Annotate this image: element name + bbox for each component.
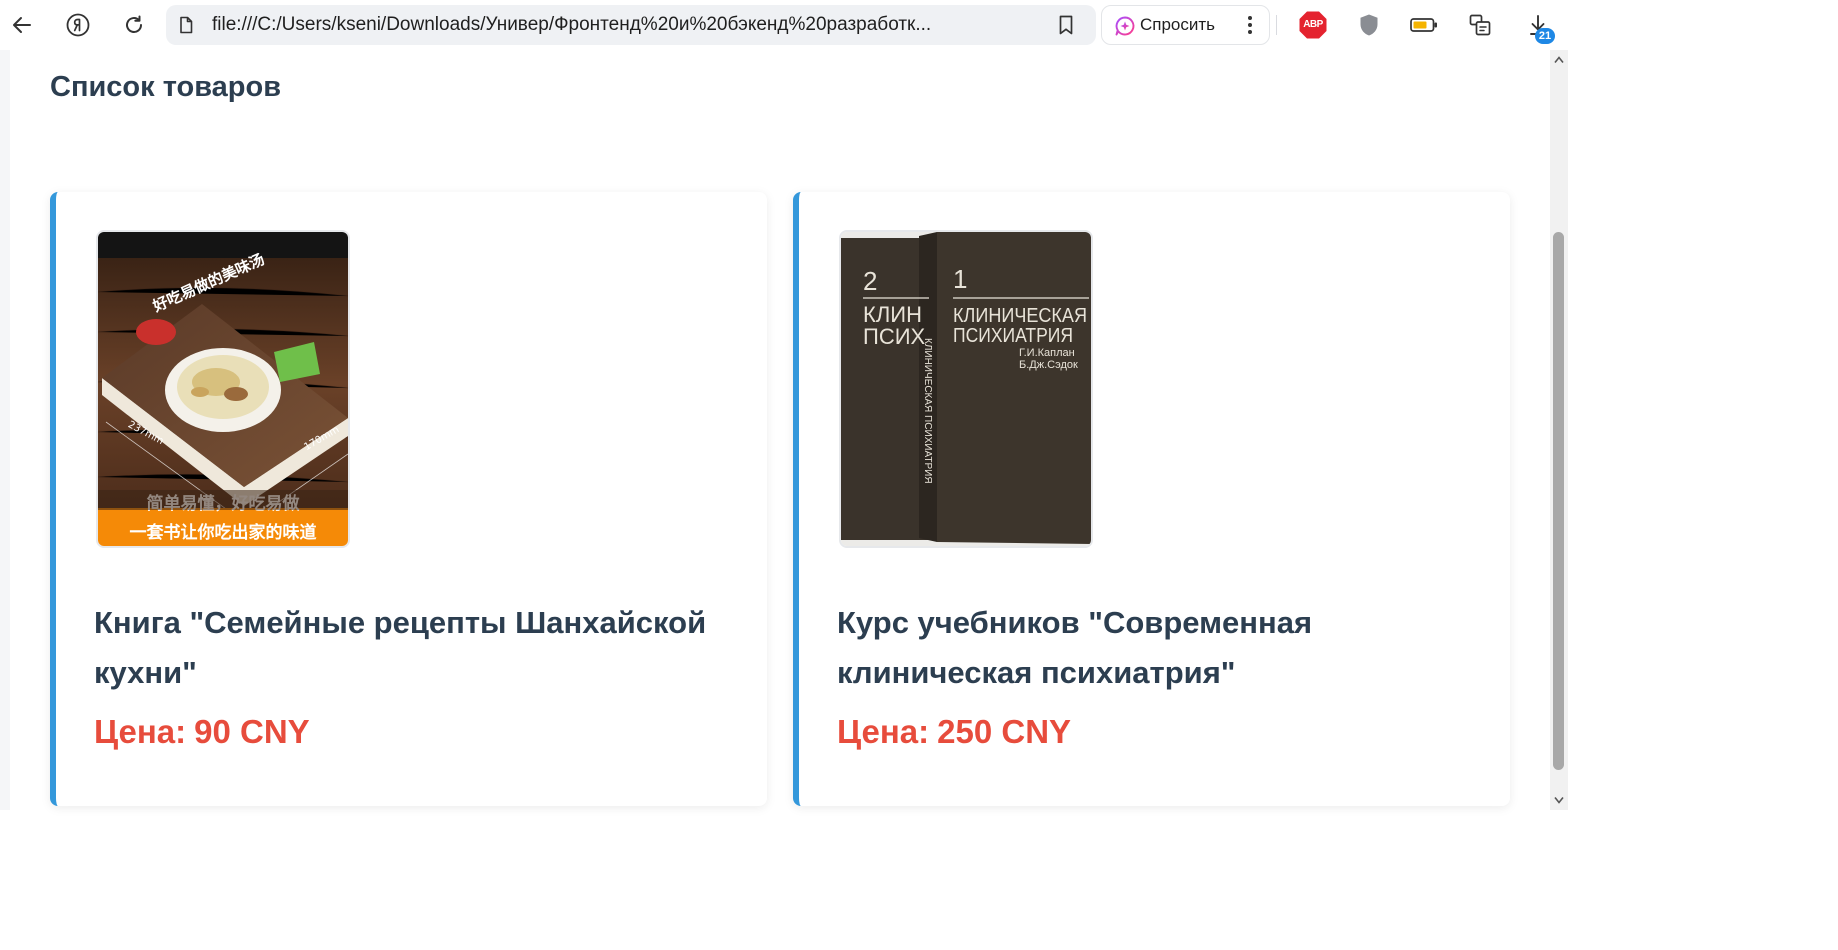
product-card: 2 КЛИН ПСИХ 1 КЛИНИЧЕСКАЯ ПСИХИАТРИЯ Г.И… (793, 192, 1510, 806)
price-label: Цена: (837, 713, 930, 750)
adblock-extension-button[interactable]: ABP (1298, 10, 1328, 40)
vertical-scrollbar[interactable] (1550, 50, 1568, 810)
screenshot-button[interactable] (1462, 7, 1498, 43)
ask-icon (1115, 16, 1135, 36)
battery-icon (1410, 18, 1437, 32)
battery-button[interactable] (1406, 7, 1442, 43)
front-volume-title-2: ПСИХИАТРИЯ (953, 325, 1073, 347)
address-bar[interactable]: file:///C:/Users/kseni/Downloads/Универ/… (166, 5, 1096, 45)
downloads-count-badge: 21 (1535, 28, 1555, 44)
back-volume-title-2: ПСИХ (863, 324, 926, 349)
browser-toolbar: file:///C:/Users/kseni/Downloads/Универ/… (0, 0, 1568, 50)
bookmark-icon[interactable] (1056, 14, 1076, 36)
product-image-psychiatry-books: 2 КЛИН ПСИХ 1 КЛИНИЧЕСКАЯ ПСИХИАТРИЯ Г.И… (839, 230, 1093, 548)
yandex-button[interactable] (60, 7, 96, 43)
file-icon (180, 16, 193, 34)
ask-button[interactable]: Спросить (1101, 5, 1270, 45)
reload-icon (126, 15, 142, 33)
screenshot-icon (1469, 14, 1491, 36)
soup-book-photo: 好吃易做的美味汤 237mm 170mm 简单易懂，好吃易做 一套书让你吃出家的… (98, 232, 348, 546)
scroll-up-arrow-icon[interactable] (1554, 56, 1564, 64)
menu-dots-icon[interactable] (1245, 14, 1255, 36)
shield-icon (1360, 14, 1378, 36)
reload-button[interactable] (116, 7, 152, 43)
adblock-label: ABP (1303, 19, 1323, 30)
yandex-icon (66, 13, 90, 37)
back-volume-number: 2 (863, 266, 877, 296)
product-name: Курс учебников "Современная клиническая … (837, 605, 1313, 690)
section-title: Список товаров (50, 71, 282, 103)
spine-text: КЛИНИЧЕСКАЯ ПСИХИАТРИЯ (922, 338, 933, 484)
author-2: Б.Дж.Сэдок (1019, 359, 1078, 371)
product-price: Цена: 90 CNY (94, 713, 310, 751)
product-price: Цена: 250 CNY (837, 713, 1071, 751)
page-body: Список товаров 好吃易做的美味汤 237mm 170mm 一套书让… (10, 50, 1538, 810)
front-volume-title-1: КЛИНИЧЕСКАЯ (953, 305, 1087, 327)
psychiatry-books-photo: 2 КЛИН ПСИХ 1 КЛИНИЧЕСКАЯ ПСИХИАТРИЯ Г.И… (841, 232, 1091, 546)
url-text[interactable]: file:///C:/Users/kseni/Downloads/Универ/… (212, 5, 1042, 45)
price-value: 250 CNY (937, 713, 1072, 750)
back-button[interactable] (4, 7, 40, 43)
front-volume-number: 1 (953, 264, 967, 294)
product-card: 好吃易做的美味汤 237mm 170mm 简单易懂，好吃易做 一套书让你吃出家的… (50, 192, 767, 806)
image-caption-line2: 一套书让你吃出家的味道 (130, 522, 317, 543)
page-viewport: Список товаров 好吃易做的美味汤 237mm 170mm 一套书让… (0, 50, 1538, 810)
protect-extension-button[interactable] (1351, 7, 1387, 43)
ask-label: Спросить (1140, 15, 1216, 34)
scroll-down-arrow-icon[interactable] (1554, 796, 1564, 804)
product-name: Книга "Семейные рецепты Шанхайской кухни… (94, 605, 707, 690)
price-label: Цена: (94, 713, 187, 750)
toolbar-divider (1276, 15, 1277, 35)
back-icon (13, 17, 31, 33)
product-image-soup-book: 好吃易做的美味汤 237mm 170mm 简单易懂，好吃易做 一套书让你吃出家的… (96, 230, 350, 548)
price-value: 90 CNY (194, 713, 310, 750)
author-1: Г.И.Каплан (1019, 347, 1075, 359)
scrollbar-thumb[interactable] (1553, 232, 1564, 770)
